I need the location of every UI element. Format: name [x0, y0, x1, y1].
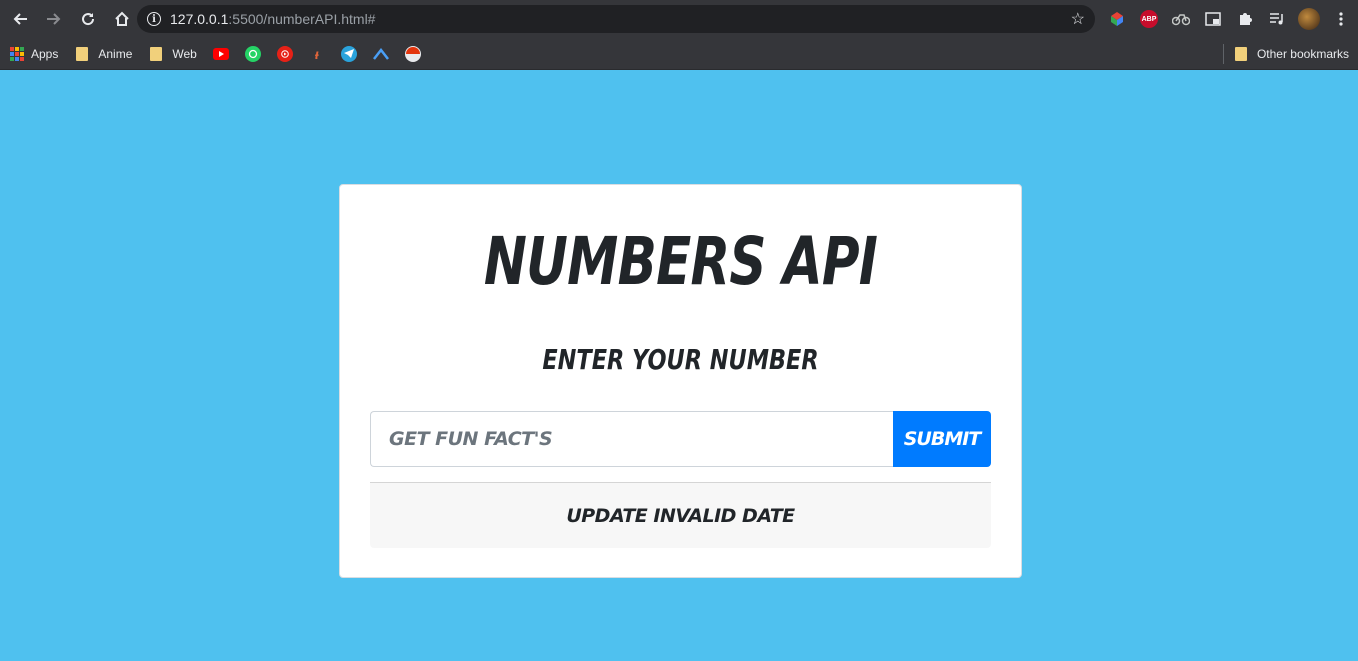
bookmark-web[interactable]: Web — [150, 42, 197, 66]
url-text[interactable]: 127.0.0.1:5500/numberAPI.html# — [170, 11, 375, 27]
bookmarks-separator — [1223, 44, 1224, 64]
colorful-extension-icon[interactable] — [1106, 8, 1128, 30]
tumblr-like-icon[interactable]: ᵼ — [309, 46, 325, 62]
youtube-music-icon[interactable] — [276, 45, 293, 62]
back-arrow-icon[interactable] — [4, 3, 36, 35]
bookmark-label: Anime — [98, 46, 133, 61]
address-bar[interactable]: i 127.0.0.1:5500/numberAPI.html# ☆ — [137, 5, 1095, 33]
adblock-plus-icon[interactable]: ABP — [1138, 8, 1160, 30]
media-playlist-icon[interactable] — [1266, 8, 1288, 30]
bike-extension-icon[interactable] — [1170, 8, 1192, 30]
numbers-card: Numbers API Enter Your Number Submit Upd… — [339, 184, 1022, 578]
whatsapp-icon[interactable] — [244, 45, 261, 62]
picture-in-picture-icon[interactable] — [1202, 8, 1224, 30]
bookmark-label: Web — [172, 46, 197, 61]
abp-label: ABP — [1140, 10, 1158, 28]
number-input-group: Submit — [370, 411, 991, 467]
fact-output: Update Invalid Date — [370, 482, 991, 548]
url-path: :5500/numberAPI.html# — [228, 11, 376, 27]
pokeball-icon[interactable] — [404, 45, 421, 62]
forward-arrow-icon[interactable] — [38, 3, 70, 35]
folder-icon — [76, 46, 89, 61]
bookmark-star-icon[interactable]: ☆ — [1071, 9, 1085, 29]
other-bookmarks[interactable]: Other bookmarks — [1234, 42, 1349, 66]
reload-icon[interactable] — [72, 3, 104, 35]
youtube-icon[interactable] — [212, 47, 229, 60]
folder-icon — [1234, 47, 1247, 61]
bookmark-anime[interactable]: Anime — [76, 42, 132, 66]
browser-toolbar: i 127.0.0.1:5500/numberAPI.html# ☆ ABP — [0, 0, 1358, 38]
folder-icon — [150, 46, 163, 61]
url-host: 127.0.0.1 — [170, 11, 229, 27]
telegram-icon[interactable] — [340, 45, 357, 62]
other-bookmarks-label: Other bookmarks — [1256, 47, 1349, 61]
bookmarks-bar: Apps Anime Web ᵼ Other bookmarks — [0, 38, 1358, 70]
number-input[interactable] — [370, 411, 893, 467]
page-subtitle: Enter Your Number — [542, 343, 819, 376]
bookmark-label: Apps — [31, 46, 59, 61]
profile-avatar-icon[interactable] — [1298, 8, 1320, 30]
apps-grid-icon — [10, 46, 24, 61]
site-info-icon[interactable]: i — [147, 12, 161, 26]
puzzle-extensions-icon[interactable] — [1234, 8, 1256, 30]
home-icon[interactable] — [106, 3, 138, 35]
fact-output-text: Update Invalid Date — [566, 504, 795, 527]
bookmark-apps[interactable]: Apps — [10, 42, 58, 66]
page-title: Numbers API — [483, 223, 878, 300]
more-menu-icon[interactable] — [1330, 8, 1352, 30]
submit-button[interactable]: Submit — [893, 411, 991, 467]
wave-app-icon[interactable] — [372, 46, 389, 62]
